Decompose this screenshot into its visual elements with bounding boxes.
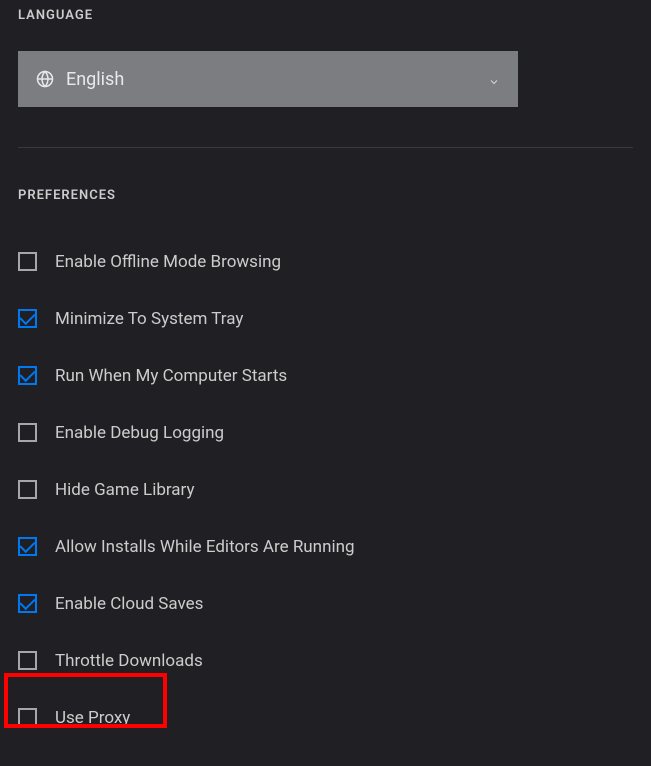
- checkbox-icon: [18, 594, 37, 613]
- preferences-section-title: PREFERENCES: [18, 188, 633, 203]
- pref-label: Enable Offline Mode Browsing: [55, 252, 281, 272]
- pref-label: Allow Installs While Editors Are Running: [55, 537, 355, 557]
- pref-label: Throttle Downloads: [55, 651, 203, 671]
- checkbox-icon: [18, 708, 37, 727]
- pref-enable-cloud-saves[interactable]: Enable Cloud Saves: [18, 575, 633, 632]
- section-divider: [18, 147, 633, 148]
- checkbox-icon: [18, 252, 37, 271]
- pref-hide-game-library[interactable]: Hide Game Library: [18, 461, 633, 518]
- pref-label: Use Proxy: [55, 708, 130, 728]
- pref-label: Hide Game Library: [55, 480, 195, 500]
- checkbox-icon: [18, 480, 37, 499]
- language-selected-label: English: [66, 69, 488, 90]
- globe-icon: [36, 70, 54, 88]
- pref-enable-offline-mode-browsing[interactable]: Enable Offline Mode Browsing: [18, 233, 633, 290]
- pref-label: Enable Cloud Saves: [55, 594, 203, 614]
- checkbox-icon: [18, 309, 37, 328]
- pref-use-proxy[interactable]: Use Proxy: [18, 689, 633, 746]
- chevron-down-icon: [488, 73, 500, 85]
- pref-label: Run When My Computer Starts: [55, 366, 287, 386]
- preferences-list: Enable Offline Mode Browsing Minimize To…: [18, 233, 633, 746]
- pref-label: Minimize To System Tray: [55, 309, 243, 329]
- checkbox-icon: [18, 423, 37, 442]
- language-dropdown[interactable]: English: [18, 51, 518, 107]
- pref-minimize-to-system-tray[interactable]: Minimize To System Tray: [18, 290, 633, 347]
- pref-throttle-downloads[interactable]: Throttle Downloads: [18, 632, 633, 689]
- pref-allow-installs-while-editors-are-running[interactable]: Allow Installs While Editors Are Running: [18, 518, 633, 575]
- pref-enable-debug-logging[interactable]: Enable Debug Logging: [18, 404, 633, 461]
- pref-label: Enable Debug Logging: [55, 423, 224, 443]
- language-section-title: LANGUAGE: [18, 8, 633, 23]
- checkbox-icon: [18, 537, 37, 556]
- pref-run-when-my-computer-starts[interactable]: Run When My Computer Starts: [18, 347, 633, 404]
- checkbox-icon: [18, 651, 37, 670]
- checkbox-icon: [18, 366, 37, 385]
